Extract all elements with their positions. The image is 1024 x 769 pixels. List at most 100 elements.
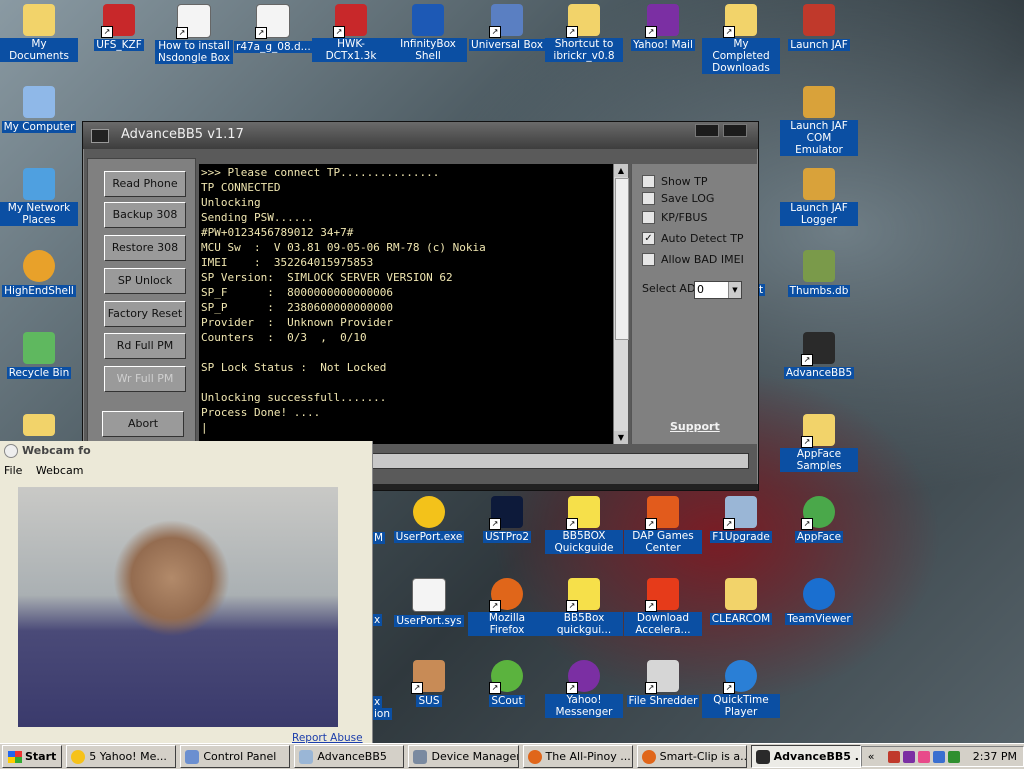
heart-icon[interactable] xyxy=(917,750,930,763)
device-manager-icon xyxy=(413,749,428,764)
allow-bad-imei-checkbox[interactable]: Allow BAD IMEI xyxy=(642,251,744,267)
desktop-icon-my-documents[interactable]: My Documents xyxy=(0,4,78,62)
desktop-icon-launch-jaf[interactable]: Launch JAF xyxy=(780,4,858,51)
task-advancebb5-active[interactable]: AdvanceBB5 ... xyxy=(750,745,861,768)
desktop-icon-appface[interactable]: ↗ AppFace xyxy=(780,496,858,543)
yahoo-tray-icon[interactable] xyxy=(902,750,915,763)
tray-icons xyxy=(887,750,960,763)
save-log-checkbox[interactable]: Save LOG xyxy=(642,190,714,206)
desktop-icon-universal-box[interactable]: ↗ Universal Box xyxy=(468,4,546,51)
report-abuse-link[interactable]: Report Abuse xyxy=(292,732,363,743)
desktop-icon-clearcom[interactable]: CLEARCOM xyxy=(702,578,780,625)
desktop-icon-advancebb5[interactable]: ↗ AdvanceBB5 xyxy=(780,332,858,379)
webcam-title: Webcam fo xyxy=(22,444,91,457)
log-console[interactable]: >>> Please connect TP............... TP … xyxy=(199,164,614,444)
desktop-icon-my-computer[interactable]: My Computer xyxy=(0,86,78,133)
firefox-icon xyxy=(641,749,656,764)
desktop-icon-bb5box-quickgui[interactable]: ↗ BB5Box quickgui... xyxy=(545,578,623,636)
task-advancebb5[interactable]: AdvanceBB5 xyxy=(294,745,405,768)
desktop-icon-teamviewer[interactable]: TeamViewer xyxy=(780,578,858,625)
scroll-thumb[interactable] xyxy=(615,178,629,340)
clock[interactable]: 2:37 PM xyxy=(973,750,1017,763)
desktop-icon-hwk[interactable]: ↗ HWK-DCTx1.3k xyxy=(312,4,390,62)
factory-reset-button[interactable]: Factory Reset xyxy=(104,301,186,327)
desktop-icon-download-accelerator[interactable]: ↗ Download Accelera... xyxy=(624,578,702,636)
desktop-icon-highendshell[interactable]: HighEndShell xyxy=(0,250,78,297)
select-ad-label: Select AD xyxy=(642,282,696,295)
desktop-icon-label: Universal Box xyxy=(469,39,545,51)
desktop-icon-appface-samples[interactable]: ↗ AppFace Samples xyxy=(780,414,858,472)
task-control-panel[interactable]: Control Panel xyxy=(180,745,291,768)
desktop-icon-bb5box-quickguide[interactable]: ↗ BB5BOX Quickguide xyxy=(545,496,623,554)
kp-fbus-checkbox[interactable]: KP/FBUS xyxy=(642,209,707,225)
security-tray-icon[interactable] xyxy=(947,750,960,763)
scroll-up-icon[interactable]: ▲ xyxy=(614,164,628,177)
rd-full-pm-button[interactable]: Rd Full PM xyxy=(104,333,186,359)
select-ad-dropdown[interactable]: 0 ▼ xyxy=(694,281,742,299)
desktop-icon-yahoo-messenger[interactable]: ↗ Yahoo! Messenger xyxy=(545,660,623,718)
desktop-icon-completed-downloads[interactable]: ↗ My Completed Downloads xyxy=(702,4,780,74)
menu-webcam[interactable]: Webcam xyxy=(36,464,84,477)
desktop-icon-jaf-logger[interactable]: Launch JAF Logger xyxy=(780,168,858,226)
desktop-icon-yahoo-mail[interactable]: ↗ Yahoo! Mail xyxy=(624,4,702,51)
wr-full-pm-button[interactable]: Wr Full PM xyxy=(104,366,186,392)
show-tp-checkbox[interactable]: Show TP xyxy=(642,173,708,189)
desktop-icon-userport-sys[interactable]: UserPort.sys xyxy=(390,578,468,627)
menu-file[interactable]: File xyxy=(4,464,22,477)
advancebb5-window: AdvanceBB5 v1.17 Read Phone Backup 308 R… xyxy=(82,121,759,491)
scroll-down-icon[interactable]: ▼ xyxy=(614,431,628,444)
read-phone-button[interactable]: Read Phone xyxy=(104,171,186,197)
desktop-icon-thumbs-db[interactable]: Thumbs.db xyxy=(780,250,858,297)
desktop-icon-ibrickr[interactable]: ↗ Shortcut to ibrickr_v0.8 xyxy=(545,4,623,62)
desktop-icon-network-places[interactable]: My Network Places xyxy=(0,168,78,226)
task-firefox-smartclip[interactable]: Smart-Clip is a... xyxy=(636,745,747,768)
desktop-icon-folder-partial[interactable] xyxy=(0,414,78,438)
task-yahoo-messenger[interactable]: 5 Yahoo! Me... xyxy=(66,745,177,768)
jaf-icon xyxy=(803,86,835,118)
desktop-icon-quicktime[interactable]: ↗ QuickTime Player xyxy=(702,660,780,718)
desktop-icon-r47a[interactable]: ↗ r47a_g_08.d... xyxy=(234,4,313,53)
folder-window-icon xyxy=(299,749,314,764)
start-button[interactable]: Start xyxy=(2,745,63,768)
desktop-icon-jaf-com-emulator[interactable]: Launch JAF COM Emulator xyxy=(780,86,858,156)
console-scrollbar[interactable]: ▲ ▼ xyxy=(613,164,629,444)
desktop-icon-ustpro2[interactable]: ↗ USTPro2 xyxy=(468,496,546,543)
close-button[interactable] xyxy=(723,124,747,137)
yahoo-mail-icon: ↗ xyxy=(645,4,679,38)
teamviewer-icon xyxy=(803,578,835,610)
desktop-icon-file-shredder[interactable]: ↗ File Shredder xyxy=(624,660,702,707)
kaspersky-icon[interactable] xyxy=(887,750,900,763)
chevron-down-icon[interactable]: ▼ xyxy=(728,282,741,298)
network-icon xyxy=(23,168,55,200)
task-label: 5 Yahoo! Me... xyxy=(89,750,167,763)
desktop-icon-scout[interactable]: ↗ SCout xyxy=(468,660,546,707)
desktop-icon-f1upgrade[interactable]: ↗ F1Upgrade xyxy=(702,496,780,543)
desktop-icon-userport-exe[interactable]: UserPort.exe xyxy=(390,496,468,543)
desktop-icon-label: Download Accelera... xyxy=(624,612,702,636)
minimize-button[interactable] xyxy=(695,124,719,137)
webcam-titlebar[interactable]: Webcam fo xyxy=(0,441,372,461)
download-accelerator-icon: ↗ xyxy=(645,578,679,612)
desktop-icon-sus[interactable]: ↗ SUS xyxy=(390,660,468,707)
person-icon: ↗ xyxy=(411,660,445,694)
advancebb5-titlebar[interactable]: AdvanceBB5 v1.17 xyxy=(83,122,758,149)
task-device-manager[interactable]: Device Manager xyxy=(408,745,519,768)
auto-detect-tp-checkbox[interactable]: ✓ Auto Detect TP xyxy=(642,230,744,246)
restore-button[interactable]: Restore 308 xyxy=(104,235,186,261)
desktop-icon-nsdongle-doc[interactable]: ↗ How to install Nsdongle Box xyxy=(155,4,233,64)
backup-button[interactable]: Backup 308 xyxy=(104,202,186,228)
desktop-icon-dap-games[interactable]: ↗ DAP Games Center xyxy=(624,496,702,554)
checkbox-label: Auto Detect TP xyxy=(661,231,744,245)
desktop-icon-firefox[interactable]: ↗ Mozilla Firefox xyxy=(468,578,546,636)
desktop-icon-label: How to install Nsdongle Box xyxy=(155,40,233,64)
desktop-icon-infinitybox[interactable]: InfinityBox Shell xyxy=(389,4,467,62)
abort-button[interactable]: Abort xyxy=(102,411,184,437)
sp-unlock-button[interactable]: SP Unlock xyxy=(104,268,186,294)
tray-expand-icon[interactable]: « xyxy=(868,750,875,763)
support-link[interactable]: Support xyxy=(670,420,720,433)
desktop-icon-ufs-kzf[interactable]: ↗ UFS_KZF xyxy=(80,4,158,51)
checkbox-box xyxy=(642,191,655,205)
desktop-icon-recycle-bin[interactable]: Recycle Bin xyxy=(0,332,78,379)
task-firefox-allpinoy[interactable]: The All-Pinoy ... xyxy=(522,745,633,768)
network-tray-icon[interactable] xyxy=(932,750,945,763)
